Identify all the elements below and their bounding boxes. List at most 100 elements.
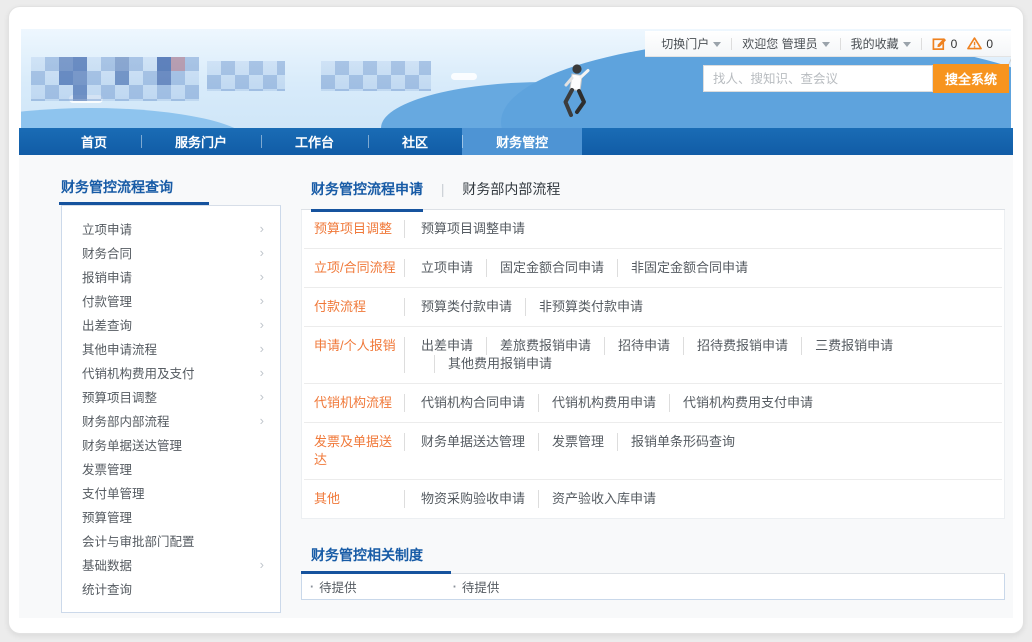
flow-link[interactable]: 非预算类付款申请 xyxy=(525,298,643,316)
sidebar-item-label: 其他申请流程 xyxy=(82,339,157,358)
main-navigation: 首页 服务门户 工作台 社区 财务管控 xyxy=(19,128,1013,155)
flow-row: 申请/个人报销 出差申请 差旅费报销申请 招待申请 招待费报销申请 xyxy=(304,327,1002,384)
chevron-right-icon xyxy=(260,222,264,235)
bullet-icon xyxy=(453,580,457,594)
flow-category-link[interactable]: 付款流程 xyxy=(314,298,404,316)
flow-link[interactable]: 固定金额合同申请 xyxy=(486,259,604,277)
flow-category-link[interactable]: 申请/个人报销 xyxy=(314,337,404,355)
chevron-right-icon xyxy=(260,246,264,259)
nav-item-label: 服务门户 xyxy=(175,132,227,151)
search-input[interactable] xyxy=(703,65,933,92)
flow-link[interactable]: 三费报销申请 xyxy=(801,337,893,355)
main-panel: 财务管控流程申请 财务部内部流程 预算项目调整 预算项目调整申请 xyxy=(301,177,1005,618)
sidebar-item-label: 付款管理 xyxy=(82,291,132,310)
favorites-menu[interactable]: 我的收藏 xyxy=(851,35,911,52)
flow-link[interactable]: 财务单据送达管理 xyxy=(421,433,525,451)
main-tab-label: 财务部内部流程 xyxy=(462,179,560,199)
flow-link[interactable]: 立项申请 xyxy=(421,259,473,277)
flow-link[interactable]: 其他费用报销申请 xyxy=(434,355,552,373)
sidebar-item[interactable]: 预算管理 xyxy=(62,504,280,528)
nav-item-label: 首页 xyxy=(81,132,107,151)
nav-item[interactable]: 社区 xyxy=(368,128,462,155)
flow-links: 预算项目调整申请 xyxy=(404,220,994,238)
nav-item-label: 社区 xyxy=(402,132,428,151)
switch-portal-menu[interactable]: 切换门户 xyxy=(661,35,721,52)
sidebar-item-label: 财务单据送达管理 xyxy=(82,435,182,454)
censored-logo-mosaic xyxy=(31,57,199,101)
flow-category-link[interactable]: 其他 xyxy=(314,490,404,508)
sidebar-item-label: 财务合同 xyxy=(82,243,132,262)
related-doc-link[interactable]: 待提供 xyxy=(310,577,357,596)
nav-item[interactable]: 工作台 xyxy=(261,128,368,155)
chevron-right-icon xyxy=(260,390,264,403)
flow-link[interactable]: 出差申请 xyxy=(421,337,473,355)
sidebar-item[interactable]: 代销机构费用及支付 xyxy=(62,360,280,384)
divider xyxy=(921,38,922,50)
content-area: 财务管控流程查询 立项申请 财务合同 报销申请 xyxy=(19,155,1013,618)
flow-link[interactable]: 资产验收入库申请 xyxy=(538,490,656,508)
flow-links: 代销机构合同申请 代销机构费用申请 代销机构费用支付申请 xyxy=(404,394,994,412)
nav-item[interactable]: 服务门户 xyxy=(141,128,261,155)
flow-link[interactable]: 预算项目调整申请 xyxy=(421,220,525,238)
sidebar-item[interactable]: 付款管理 xyxy=(62,288,280,312)
flow-category-link[interactable]: 代销机构流程 xyxy=(314,394,404,412)
sidebar-item[interactable]: 统计查询 xyxy=(62,576,280,600)
sidebar-item[interactable]: 会计与审批部门配置 xyxy=(62,528,280,552)
sidebar-item[interactable]: 其他申请流程 xyxy=(62,336,280,360)
main-tabs: 财务管控流程申请 财务部内部流程 xyxy=(301,177,1005,210)
main-tab[interactable]: 财务管控流程申请 xyxy=(311,181,427,197)
sidebar-item-label: 会计与审批部门配置 xyxy=(82,531,195,550)
main-tab[interactable]: 财务部内部流程 xyxy=(427,181,561,197)
flow-row: 预算项目调整 预算项目调整申请 xyxy=(304,210,1002,249)
sidebar-menu: 立项申请 财务合同 报销申请 付款管理 xyxy=(61,205,281,613)
sidebar-item[interactable]: 财务合同 xyxy=(62,240,280,264)
todo-counter-button[interactable]: 0 xyxy=(932,36,958,51)
flow-link[interactable]: 差旅费报销申请 xyxy=(486,337,591,355)
nav-item[interactable]: 财务管控 xyxy=(462,128,582,155)
flow-link[interactable]: 招待费报销申请 xyxy=(683,337,788,355)
welcome-user-menu[interactable]: 欢迎您 管理员 xyxy=(742,35,829,52)
flow-link[interactable]: 预算类付款申请 xyxy=(421,298,512,316)
flow-groups: 预算项目调整 预算项目调整申请 立项/合同流程 立项申请 xyxy=(301,210,1005,519)
flow-link[interactable]: 代销机构合同申请 xyxy=(421,394,525,412)
related-policies-list: 待提供 待提供 xyxy=(301,574,1005,600)
global-search: 搜全系统 xyxy=(703,64,1009,93)
flow-link[interactable]: 报销单条形码查询 xyxy=(617,433,735,451)
sidebar-item-label: 基础数据 xyxy=(82,555,132,574)
nav-item[interactable]: 首页 xyxy=(47,128,141,155)
flow-category-link[interactable]: 预算项目调整 xyxy=(314,220,404,238)
flow-category-link[interactable]: 立项/合同流程 xyxy=(314,259,404,277)
chevron-right-icon xyxy=(260,270,264,283)
sidebar-item[interactable]: 发票管理 xyxy=(62,456,280,480)
flow-link[interactable]: 代销机构费用支付申请 xyxy=(669,394,813,412)
sidebar-item[interactable]: 支付单管理 xyxy=(62,480,280,504)
sidebar-item[interactable]: 预算项目调整 xyxy=(62,384,280,408)
related-doc-link[interactable]: 待提供 xyxy=(453,577,500,596)
chevron-right-icon xyxy=(260,558,264,571)
sidebar-item[interactable]: 财务部内部流程 xyxy=(62,408,280,432)
sidebar-item[interactable]: 报销申请 xyxy=(62,264,280,288)
sidebar-item[interactable]: 立项申请 xyxy=(62,216,280,240)
alert-counter-button[interactable]: 0 xyxy=(967,36,993,51)
flow-link[interactable]: 招待申请 xyxy=(604,337,670,355)
nav-item-label: 工作台 xyxy=(295,132,334,151)
edit-icon xyxy=(932,36,947,51)
flow-link[interactable]: 非固定金额合同申请 xyxy=(617,259,748,277)
sidebar-item[interactable]: 出差查询 xyxy=(62,312,280,336)
chevron-down-icon xyxy=(903,42,911,47)
switch-portal-label: 切换门户 xyxy=(661,35,709,52)
sidebar-item-label: 报销申请 xyxy=(82,267,132,286)
sidebar-item-label: 统计查询 xyxy=(82,579,132,598)
sidebar-item[interactable]: 基础数据 xyxy=(62,552,280,576)
search-button[interactable]: 搜全系统 xyxy=(933,64,1009,93)
chevron-right-icon xyxy=(260,414,264,427)
flow-links: 物资采购验收申请 资产验收入库申请 xyxy=(404,490,994,508)
flow-link[interactable]: 发票管理 xyxy=(538,433,604,451)
related-doc-label: 待提供 xyxy=(319,577,357,596)
alert-count: 0 xyxy=(986,37,993,51)
flow-category-link[interactable]: 发票及单据送达 xyxy=(314,433,404,469)
sidebar-item[interactable]: 财务单据送达管理 xyxy=(62,432,280,456)
warning-icon xyxy=(967,36,982,51)
flow-link[interactable]: 物资采购验收申请 xyxy=(421,490,525,508)
flow-link[interactable]: 代销机构费用申请 xyxy=(538,394,656,412)
